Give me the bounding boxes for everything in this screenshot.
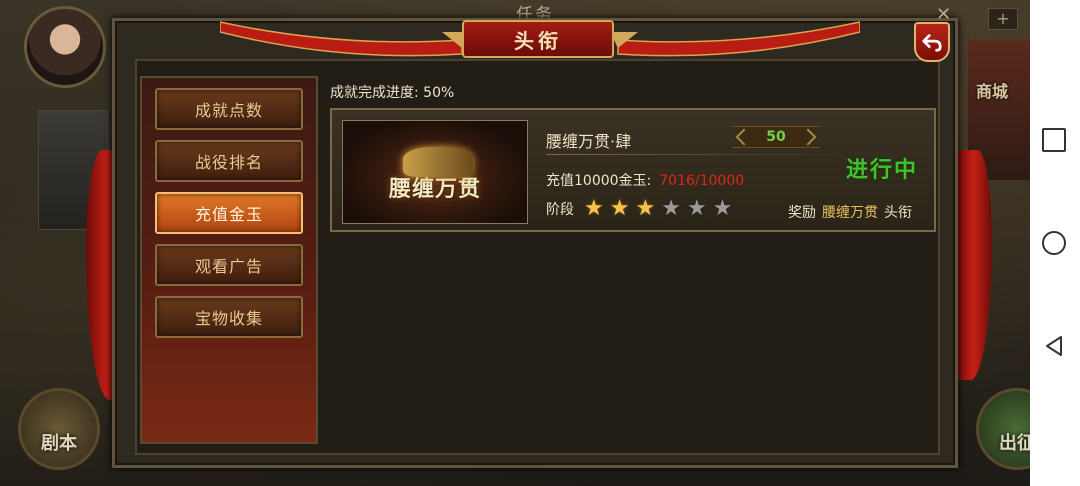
category-sidebar: 成就点数 战役排名 充值金玉 观看广告 宝物收集 bbox=[140, 76, 318, 444]
task-requirement: 充值10000金玉: 7016/10000 bbox=[546, 170, 744, 190]
nav-square-icon[interactable] bbox=[1042, 128, 1066, 152]
progress-label: 成就完成进度: bbox=[330, 85, 419, 101]
stage-row: 阶段 ★ ★ ★ ★ ★ ★ bbox=[546, 198, 738, 220]
add-currency-button[interactable]: + bbox=[988, 8, 1018, 30]
star-icon: ★ bbox=[609, 196, 630, 221]
level-badge: 50 bbox=[732, 126, 820, 148]
shop-label[interactable]: 商城 bbox=[976, 78, 1008, 102]
achievement-progress: 成就完成进度: 50% bbox=[330, 82, 454, 102]
title-name: 腰缠万贯·肆 bbox=[546, 132, 632, 151]
nav-circle-icon[interactable] bbox=[1042, 231, 1066, 255]
script-button-label: 剧本 bbox=[41, 433, 77, 454]
task-progress: 7016/10000 bbox=[659, 173, 745, 189]
star-icon: ★ bbox=[635, 196, 656, 221]
sidebar-item-achievement-points[interactable]: 成就点数 bbox=[155, 88, 303, 130]
reward-type: 头衔 bbox=[884, 205, 912, 221]
sidebar-item-recharge[interactable]: 充值金玉 bbox=[155, 192, 303, 234]
system-nav-bar bbox=[1030, 0, 1080, 486]
sidebar-item-watch-ads[interactable]: 观看广告 bbox=[155, 244, 303, 286]
nav-back-icon[interactable] bbox=[1042, 334, 1066, 358]
star-icon: ★ bbox=[661, 196, 681, 221]
status-badge: 进行中 bbox=[846, 157, 919, 183]
progress-value: 50% bbox=[423, 85, 455, 101]
sidebar-item-battle-ranking[interactable]: 战役排名 bbox=[155, 140, 303, 182]
star-icon: ★ bbox=[712, 196, 733, 221]
divider bbox=[546, 154, 846, 155]
stage-stars: ★ ★ ★ ★ ★ ★ bbox=[584, 198, 738, 220]
star-icon: ★ bbox=[686, 196, 707, 221]
player-avatar[interactable] bbox=[24, 6, 106, 88]
reward-row: 奖励 腰缠万贯 头衔 bbox=[788, 202, 912, 222]
script-button[interactable]: 剧本 bbox=[18, 388, 100, 470]
title-image: 腰缠万贯 bbox=[342, 120, 528, 224]
reward-label: 奖励 bbox=[788, 205, 816, 221]
panel-title: 头衔 bbox=[462, 20, 614, 58]
task-label: 充值10000金玉: bbox=[546, 173, 652, 189]
stage-label: 阶段 bbox=[546, 202, 574, 218]
back-arrow-icon bbox=[922, 34, 942, 52]
sidebar-item-treasure-collection[interactable]: 宝物收集 bbox=[155, 296, 303, 338]
back-button[interactable] bbox=[914, 22, 950, 62]
title-card[interactable]: 腰缠万贯 腰缠万贯·肆 50 充值10000金玉: 7016/10000 进行中 … bbox=[330, 108, 936, 232]
reward-item: 腰缠万贯 bbox=[822, 205, 878, 221]
belt-icon bbox=[403, 147, 473, 177]
star-icon: ★ bbox=[584, 196, 604, 221]
